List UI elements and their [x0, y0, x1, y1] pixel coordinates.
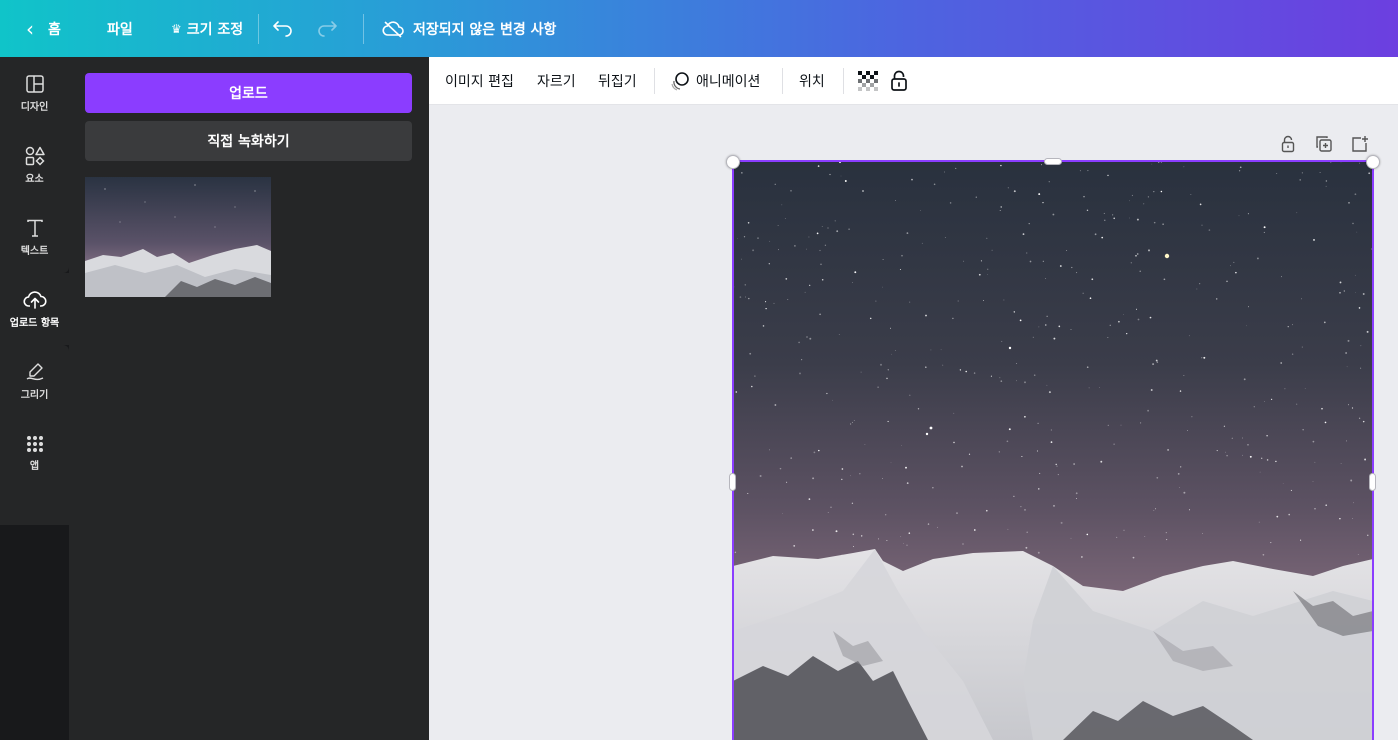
rail-label: 앱 [29, 460, 40, 472]
lock-button[interactable] [881, 57, 917, 105]
context-toolbar: 이미지 편집 자르기 뒤집기 애니메이션 위치 [429, 57, 1398, 105]
resize-label: 크기 조정 [186, 21, 244, 38]
animate-icon [671, 71, 689, 91]
add-page-icon [1352, 136, 1368, 152]
resize-handle-top-left[interactable] [726, 155, 740, 169]
uploads-panel: 업로드 직접 녹화하기 [69, 57, 429, 740]
shapes-icon [25, 146, 45, 166]
record-yourself-button[interactable]: 직접 녹화하기 [85, 121, 412, 161]
undo-button[interactable] [259, 0, 305, 57]
cloud-off-icon [382, 20, 404, 38]
rail-label: 요소 [25, 173, 44, 185]
duplicate-page-button[interactable] [1306, 133, 1342, 155]
canvas-image[interactable] [733, 161, 1373, 740]
unlock-icon [891, 70, 907, 91]
flip-button[interactable]: 뒤집기 [597, 57, 654, 105]
add-page-button[interactable] [1342, 133, 1378, 155]
rail-label: 디자인 [20, 101, 49, 113]
unlock-icon [1281, 135, 1295, 153]
resize-handle-top-right[interactable] [1366, 155, 1380, 169]
undo-icon [273, 20, 292, 37]
rail-label: 업로드 항목 [9, 317, 60, 329]
rail-item-text[interactable]: 텍스트 [0, 201, 69, 273]
transparency-button[interactable] [844, 57, 881, 105]
apps-grid-icon [26, 435, 43, 452]
resize-handle-right[interactable] [1369, 473, 1376, 491]
position-label: 위치 [799, 73, 825, 90]
rail-item-elements[interactable]: 요소 [0, 129, 69, 201]
save-status-label: 저장되지 않은 변경 사항 [413, 21, 557, 38]
page-tools [1270, 133, 1378, 155]
resize-handle-top[interactable] [1044, 158, 1062, 165]
resize-handle-left[interactable] [729, 473, 736, 491]
rail-label: 그리기 [20, 389, 49, 401]
layout-icon [25, 74, 44, 93]
cloud-upload-icon [22, 290, 46, 309]
crown-icon: ♛ [171, 21, 182, 36]
rail-item-draw[interactable]: 그리기 [0, 345, 69, 417]
uploaded-image-thumbnail[interactable] [85, 177, 271, 297]
lock-page-button[interactable] [1270, 133, 1306, 155]
edit-image-label: 이미지 편집 [445, 73, 514, 90]
animate-button[interactable]: 애니메이션 [655, 57, 782, 105]
rail-label: 텍스트 [20, 245, 49, 257]
flip-label: 뒤집기 [598, 73, 637, 90]
home-button[interactable]: ‹ 홈 [0, 0, 90, 57]
edit-image-button[interactable]: 이미지 편집 [429, 57, 536, 105]
resize-button[interactable]: ♛ 크기 조정 [154, 0, 258, 57]
save-status[interactable]: 저장되지 않은 변경 사항 [364, 0, 556, 57]
mountain-image [85, 177, 271, 297]
animate-label: 애니메이션 [696, 73, 761, 90]
chevron-left-icon: ‹ [26, 16, 34, 41]
top-bar: ‹ 홈 파일 ♛ 크기 조정 저장되지 않은 변경 사항 [0, 0, 1398, 57]
transparency-checker-icon [857, 70, 878, 91]
rail-item-uploads[interactable]: 업로드 항목 [0, 273, 69, 345]
position-button[interactable]: 위치 [783, 57, 843, 105]
crop-label: 자르기 [537, 73, 576, 90]
text-icon [26, 219, 43, 237]
redo-button[interactable] [305, 0, 351, 57]
duplicate-icon [1316, 136, 1332, 152]
left-rail: 디자인 요소 텍스트 업로드 항목 그리기 앱 [0, 57, 69, 740]
redo-icon [318, 20, 337, 37]
rail-item-design[interactable]: 디자인 [0, 57, 69, 129]
night-sky-mountain-image [733, 161, 1373, 740]
home-label: 홈 [48, 21, 61, 38]
file-label: 파일 [107, 21, 133, 38]
draw-icon [26, 362, 43, 380]
upload-button[interactable]: 업로드 [85, 73, 412, 113]
rail-item-apps[interactable]: 앱 [0, 417, 69, 489]
file-menu-button[interactable]: 파일 [90, 0, 154, 57]
editor-app: ‹ 홈 파일 ♛ 크기 조정 저장되지 않은 변경 사항 디자인 요소 텍스트 … [0, 0, 1398, 740]
crop-button[interactable]: 자르기 [536, 57, 597, 105]
